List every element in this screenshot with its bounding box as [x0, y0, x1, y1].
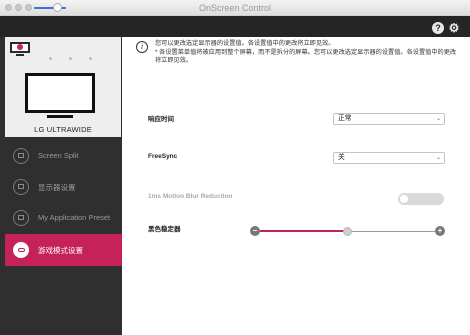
chevron-down-icon: ⌄ [435, 155, 441, 161]
toggle-knob [400, 195, 408, 203]
chevron-down-icon: ⌄ [435, 116, 441, 122]
slider-thumb[interactable] [343, 227, 352, 236]
freesync-value: 关 [338, 154, 345, 161]
window-title: OnScreen Control [198, 3, 272, 13]
sidebar-item-label: 显示器设置 [38, 183, 76, 192]
response-time-value: 正常 [338, 115, 352, 122]
monitor-pager-dots [49, 47, 109, 65]
info-icon: i [136, 41, 148, 53]
app-preset-icon [13, 210, 29, 226]
slider-minus-button[interactable]: − [250, 226, 260, 236]
sidebar-item-monitor-settings[interactable]: 显示器设置 [5, 171, 122, 203]
info-text: 您可以更改选定显示器的设置值。各设置值中的更改将立即见效。 * 各设置菜单值将被… [155, 40, 460, 66]
sidebar-item-app-preset[interactable]: My Application Preset [5, 202, 122, 234]
black-stabilizer-label: 黑色稳定器 [148, 226, 181, 233]
monitor-stand-icon [47, 115, 73, 118]
slider-fill [260, 230, 348, 232]
info-line-2: * 各设置菜单值将被应用到整个屏幕，而不是拆分的屏幕。您可以更改选定显示器的设置… [155, 48, 457, 65]
sidebar-item-label: Screen Split [38, 151, 79, 160]
sidebar: LG ULTRAWIDE Screen Split 显示器设置 My Appli… [0, 37, 122, 335]
motion-blur-label: 1ms Motion Blur Reduction [148, 193, 233, 200]
sidebar-item-label: 游戏模式设置 [38, 246, 83, 255]
monitor-selector-card[interactable]: LG ULTRAWIDE [5, 37, 121, 137]
freesync-select[interactable]: 关 ⌄ [333, 152, 445, 164]
selected-monitor-icon[interactable] [10, 42, 30, 57]
gear-icon[interactable]: ⚙ [448, 22, 460, 34]
response-time-select[interactable]: 正常 ⌄ [333, 113, 445, 125]
help-button[interactable]: ? [432, 22, 444, 34]
slider-plus-button[interactable]: + [435, 226, 445, 236]
monitor-icon [25, 73, 95, 113]
sidebar-item-game-mode[interactable]: 游戏模式设置 [5, 234, 122, 266]
sidebar-item-screen-split[interactable]: Screen Split [5, 140, 122, 172]
freesync-label: FreeSync [148, 153, 178, 160]
app-header: ? ⚙ [0, 16, 470, 37]
sidebar-item-label: My Application Preset [38, 213, 111, 222]
response-time-label: 响应时间 [148, 116, 174, 123]
monitor-model-name: LG ULTRAWIDE [34, 125, 92, 134]
monitor-settings-icon [13, 179, 29, 195]
screen-split-icon [13, 148, 29, 164]
window-title-bar: OnScreen Control [0, 0, 470, 16]
motion-blur-toggle[interactable] [398, 193, 444, 205]
game-mode-icon [13, 242, 29, 258]
info-line-1: 您可以更改选定显示器的设置值。各设置值中的更改将立即见效。 [155, 40, 335, 47]
